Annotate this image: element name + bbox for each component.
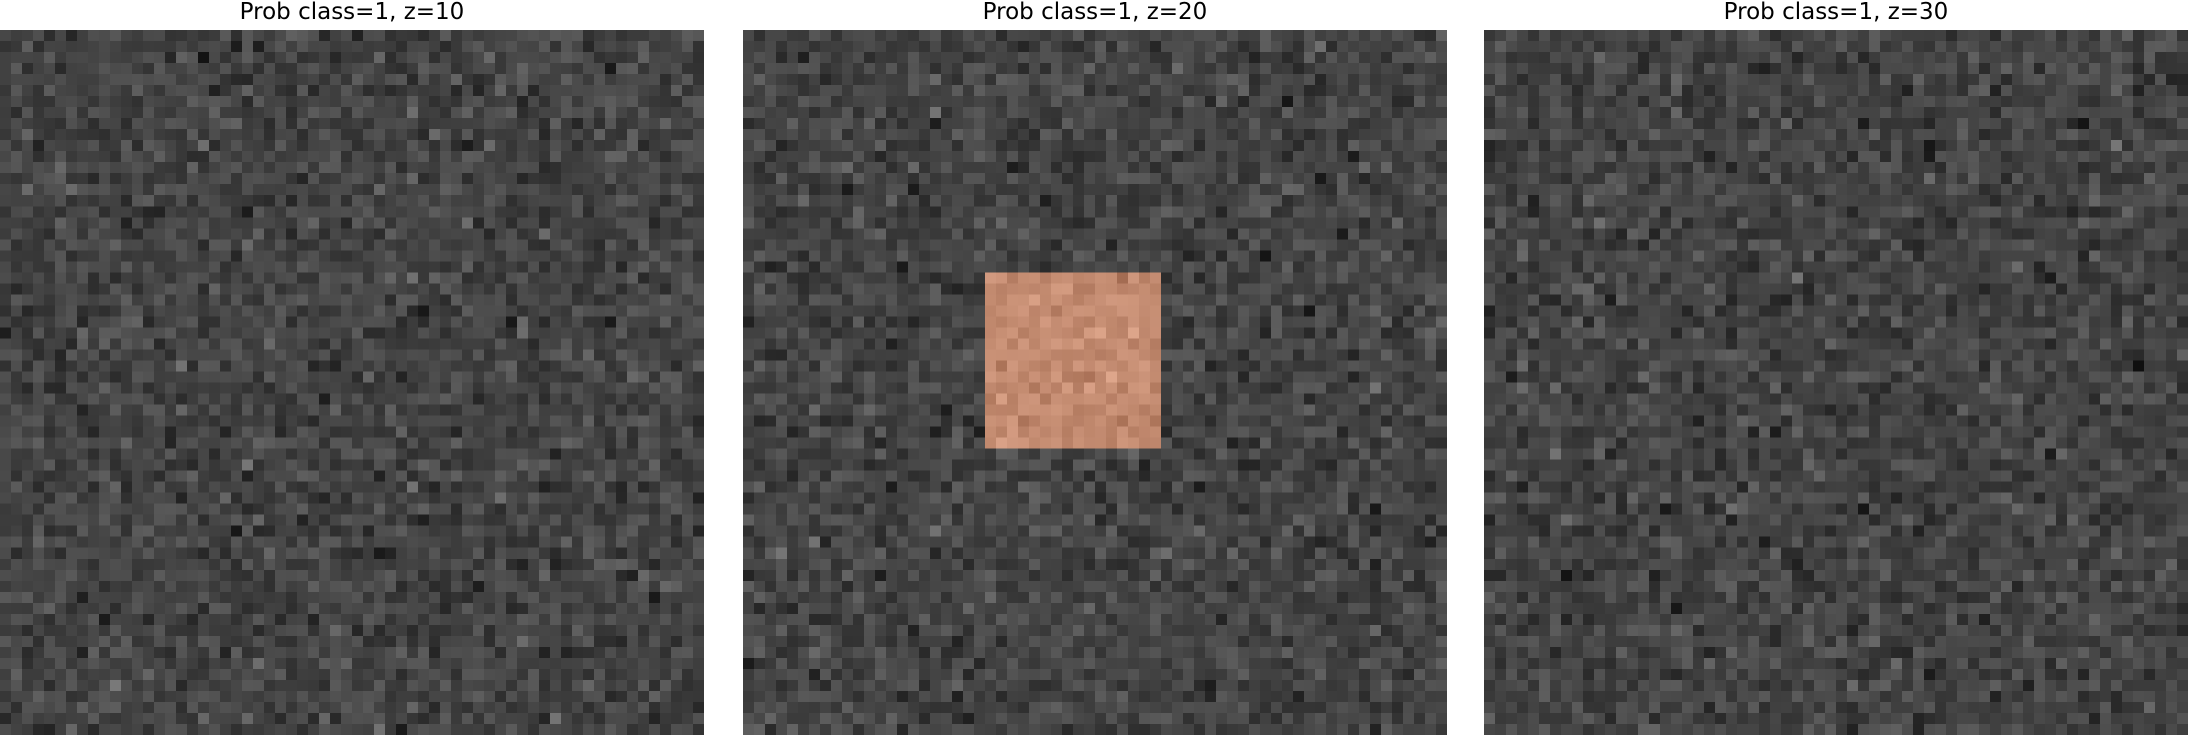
noise-slice-image xyxy=(0,30,704,735)
panel-title: Prob class=1, z=20 xyxy=(982,0,1208,25)
panel-z30: Prob class=1, z=30 xyxy=(1484,0,2188,735)
noise-slice-image-with-probability-overlay xyxy=(743,30,1447,735)
noise-slice-image xyxy=(1484,30,2188,735)
panel-title: Prob class=1, z=10 xyxy=(239,0,465,25)
panel-title: Prob class=1, z=30 xyxy=(1723,0,1949,25)
panel-z20: Prob class=1, z=20 xyxy=(743,0,1447,735)
panel-z10: Prob class=1, z=10 xyxy=(0,0,704,735)
